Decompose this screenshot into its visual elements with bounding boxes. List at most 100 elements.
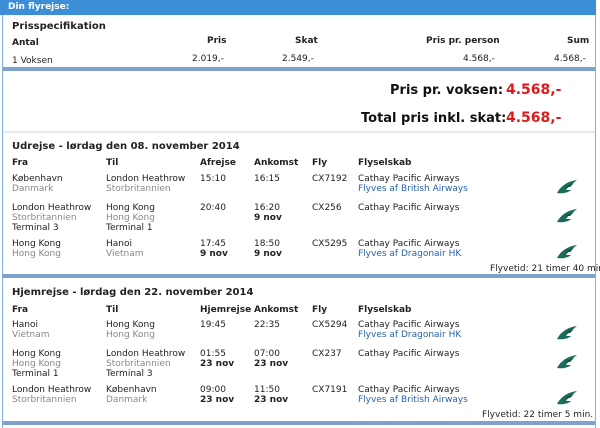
flight-to-country: Vietnam <box>106 249 144 259</box>
flight-arr-date: 23 nov <box>254 359 289 369</box>
flight-from-country: Storbritannien <box>12 213 77 223</box>
separator <box>3 274 595 278</box>
outbound-col-til: Til <box>106 158 119 168</box>
flight-to-country: Storbritannien <box>106 184 171 194</box>
cathay-pacific-logo-icon <box>556 178 578 196</box>
flight-number: CX7192 <box>312 174 348 184</box>
flight-airline: Cathay Pacific Airways <box>358 239 460 249</box>
flight-dep-date: 9 nov <box>200 249 228 259</box>
separator <box>3 421 595 425</box>
cathay-pacific-logo-icon <box>556 243 578 261</box>
flight-from-country: Storbritannien <box>12 395 77 405</box>
flight-from-country: Vietnam <box>12 330 50 340</box>
outbound-col-fra: Fra <box>12 158 29 168</box>
col-pris: Pris <box>207 36 227 46</box>
flight-from-terminal: Terminal 1 <box>12 369 59 379</box>
flight-to: London Heathrow <box>106 174 186 184</box>
return-col-dep: Hjemrejse <box>200 305 252 315</box>
flight-operated-by: Flyves af Dragonair HK <box>358 330 462 340</box>
flight-from: London Heathrow <box>12 203 92 213</box>
flight-operated-by: Flyves af Dragonair HK <box>358 249 462 259</box>
outbound-col-arr: Ankomst <box>254 158 299 168</box>
flight-operated-by: Flyves af British Airways <box>358 395 468 405</box>
flight-arr-date: 9 nov <box>254 213 282 223</box>
flight-dep-date: 23 nov <box>200 395 235 405</box>
flight-dep: 15:10 <box>200 174 226 184</box>
col-skat: Skat <box>295 36 318 46</box>
return-flight-time: Flyvetid: 22 timer 5 min. <box>482 410 594 420</box>
return-col-til: Til <box>106 305 119 315</box>
flight-from: Hong Kong <box>12 349 61 359</box>
flight-to: København <box>106 385 157 395</box>
flight-dep: 01:55 <box>200 349 226 359</box>
col-pris-pr-person: Pris pr. person <box>426 36 500 46</box>
flight-arr-date: 9 nov <box>254 249 282 259</box>
flight-to-terminal: Terminal 3 <box>106 369 153 379</box>
flight-to-country: Hong Kong <box>106 213 155 223</box>
content-frame <box>2 15 596 428</box>
flight-dep: 19:45 <box>200 320 226 330</box>
flight-arr: 11:50 <box>254 385 280 395</box>
outbound-title: Udrejse - lørdag den 08. november 2014 <box>12 141 240 152</box>
cathay-pacific-logo-icon <box>556 389 578 407</box>
flight-to-country: Danmark <box>106 395 148 405</box>
flight-arr: 18:50 <box>254 239 280 249</box>
flight-to: Hanoi <box>106 239 132 249</box>
flight-number: CX5294 <box>312 320 348 330</box>
flight-number: CX256 <box>312 203 342 213</box>
row-sum: 4.568,- <box>554 54 586 64</box>
price-spec-title: Prisspecifikation <box>12 21 106 32</box>
flight-from: København <box>12 174 63 184</box>
flight-number: CX237 <box>312 349 342 359</box>
flight-dep-date: 23 nov <box>200 359 235 369</box>
flight-arr: 16:15 <box>254 174 280 184</box>
outbound-flight-time: Flyvetid: 21 timer 40 min. <box>490 264 600 274</box>
separator <box>3 67 595 71</box>
col-sum: Sum <box>567 36 590 46</box>
flight-number: CX5295 <box>312 239 348 249</box>
flight-number: CX7191 <box>312 385 348 395</box>
return-col-arr: Ankomst <box>254 305 299 315</box>
row-skat: 2.549,- <box>282 54 314 64</box>
flight-arr: 22:35 <box>254 320 280 330</box>
return-col-airline: Flyselskab <box>358 305 412 315</box>
flight-arr: 07:00 <box>254 349 280 359</box>
flight-to-terminal: Terminal 1 <box>106 223 153 233</box>
flight-from-terminal: Terminal 3 <box>12 223 59 233</box>
flight-from-country: Hong Kong <box>12 249 61 259</box>
flight-airline: Cathay Pacific Airways <box>358 320 460 330</box>
flight-arr-date: 23 nov <box>254 395 289 405</box>
outbound-col-airline: Flyselskab <box>358 158 412 168</box>
per-adult-value: 4.568,- <box>506 82 562 98</box>
cathay-pacific-logo-icon <box>556 324 578 342</box>
flight-dep: 09:00 <box>200 385 226 395</box>
outbound-col-dep: Afrejse <box>200 158 236 168</box>
flight-to-country: Hong Kong <box>106 330 155 340</box>
return-title: Hjemrejse - lørdag den 22. november 2014 <box>12 287 254 298</box>
flight-airline: Cathay Pacific Airways <box>358 174 460 184</box>
flight-airline: Cathay Pacific Airways <box>358 203 460 213</box>
header-title: Din flyrejse: <box>8 2 70 12</box>
flight-from: Hong Kong <box>12 239 61 249</box>
total-label: Total pris inkl. skat: <box>361 111 507 126</box>
header-bar: Din flyrejse: <box>0 0 596 15</box>
return-col-fly: Fly <box>312 305 328 315</box>
flight-from: Hanoi <box>12 320 38 330</box>
outbound-col-fly: Fly <box>312 158 328 168</box>
return-col-fra: Fra <box>12 305 29 315</box>
flight-arr: 16:20 <box>254 203 280 213</box>
flight-airline: Cathay Pacific Airways <box>358 349 460 359</box>
flight-to: Hong Kong <box>106 203 155 213</box>
flight-to: Hong Kong <box>106 320 155 330</box>
row-antal: 1 Voksen <box>12 56 53 66</box>
flight-from-country: Danmark <box>12 184 54 194</box>
flight-to-country: Storbritannien <box>106 359 171 369</box>
cathay-pacific-logo-icon <box>556 207 578 225</box>
row-pris-pr-person: 4.568,- <box>463 54 495 64</box>
row-pris: 2.019,- <box>192 54 224 64</box>
flight-from-country: Hong Kong <box>12 359 61 369</box>
flight-dep: 17:45 <box>200 239 226 249</box>
flight-to: London Heathrow <box>106 349 186 359</box>
flight-from: London Heathrow <box>12 385 92 395</box>
flight-airline: Cathay Pacific Airways <box>358 385 460 395</box>
